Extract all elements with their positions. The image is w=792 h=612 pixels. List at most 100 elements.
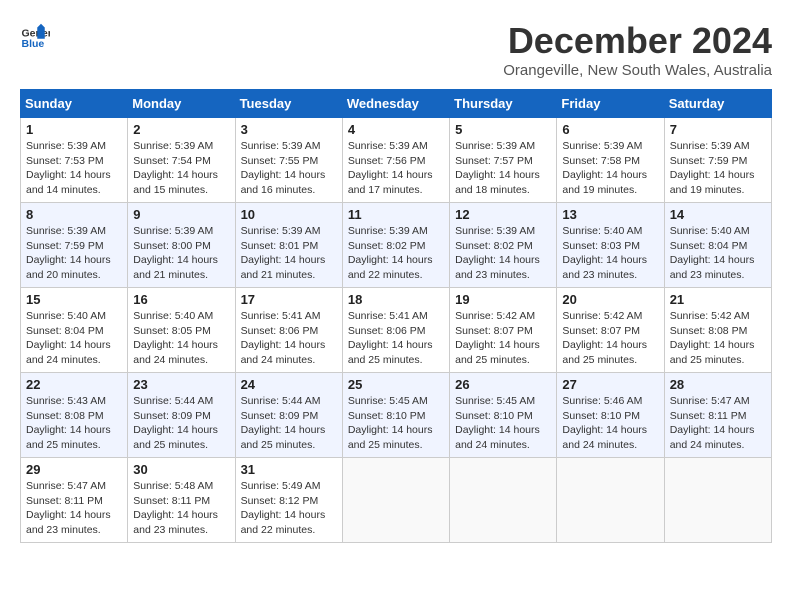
day-number: 27 [562, 377, 658, 392]
calendar-cell: 11 Sunrise: 5:39 AMSunset: 8:02 PMDayligh… [342, 203, 449, 288]
column-header-thursday: Thursday [450, 90, 557, 118]
column-header-saturday: Saturday [664, 90, 771, 118]
day-info: Sunrise: 5:44 AMSunset: 8:09 PMDaylight:… [241, 394, 337, 453]
day-info: Sunrise: 5:41 AMSunset: 8:06 PMDaylight:… [241, 309, 337, 368]
calendar-cell: 24Sunrise: 5:44 AMSunset: 8:09 PMDayligh… [235, 373, 342, 458]
day-info: Sunrise: 5:39 AMSunset: 7:54 PMDaylight:… [133, 139, 229, 198]
day-number: 14 [670, 207, 766, 222]
calendar-cell: 13 Sunrise: 5:40 AMSunset: 8:03 PMDayligh… [557, 203, 664, 288]
day-number: 11 [348, 207, 444, 222]
calendar-cell [557, 458, 664, 543]
day-number: 7 [670, 122, 766, 137]
calendar-cell: 10 Sunrise: 5:39 AMSunset: 8:01 PMDayligh… [235, 203, 342, 288]
column-header-sunday: Sunday [21, 90, 128, 118]
calendar-week-row: 29 Sunrise: 5:47 AMSunset: 8:11 PMDayligh… [21, 458, 772, 543]
day-info: Sunrise: 5:39 AMSunset: 7:55 PMDaylight:… [241, 139, 337, 198]
day-number: 23 [133, 377, 229, 392]
calendar-cell: 23Sunrise: 5:44 AMSunset: 8:09 PMDayligh… [128, 373, 235, 458]
day-number: 29 [26, 462, 122, 477]
day-number: 26 [455, 377, 551, 392]
day-number: 20 [562, 292, 658, 307]
day-number: 1 [26, 122, 122, 137]
column-header-wednesday: Wednesday [342, 90, 449, 118]
calendar-cell: 29 Sunrise: 5:47 AMSunset: 8:11 PMDayligh… [21, 458, 128, 543]
calendar-cell: 19 Sunrise: 5:42 AMSunset: 8:07 PMDayligh… [450, 288, 557, 373]
calendar-header-row: SundayMondayTuesdayWednesdayThursdayFrid… [21, 90, 772, 118]
day-number: 6 [562, 122, 658, 137]
calendar-cell [450, 458, 557, 543]
month-title: December 2024 [503, 20, 772, 62]
column-header-tuesday: Tuesday [235, 90, 342, 118]
day-info: Sunrise: 5:39 AMSunset: 7:57 PMDaylight:… [455, 139, 551, 198]
day-number: 13 [562, 207, 658, 222]
column-header-friday: Friday [557, 90, 664, 118]
calendar-cell: 21Sunrise: 5:42 AMSunset: 8:08 PMDayligh… [664, 288, 771, 373]
day-info: Sunrise: 5:39 AMSunset: 8:01 PMDaylight:… [241, 224, 337, 283]
day-number: 28 [670, 377, 766, 392]
day-number: 15 [26, 292, 122, 307]
day-number: 9 [133, 207, 229, 222]
location-title: Orangeville, New South Wales, Australia [503, 62, 772, 79]
day-number: 19 [455, 292, 551, 307]
day-info: Sunrise: 5:41 AMSunset: 8:06 PMDaylight:… [348, 309, 444, 368]
title-area: December 2024 Orangeville, New South Wal… [503, 20, 772, 79]
day-info: Sunrise: 5:47 AMSunset: 8:11 PMDaylight:… [670, 394, 766, 453]
calendar-cell: 27 Sunrise: 5:46 AMSunset: 8:10 PMDayligh… [557, 373, 664, 458]
day-info: Sunrise: 5:39 AMSunset: 7:58 PMDaylight:… [562, 139, 658, 198]
day-number: 8 [26, 207, 122, 222]
day-number: 10 [241, 207, 337, 222]
calendar-cell [664, 458, 771, 543]
calendar-cell: 16 Sunrise: 5:40 AMSunset: 8:05 PMDayligh… [128, 288, 235, 373]
day-number: 3 [241, 122, 337, 137]
day-info: Sunrise: 5:42 AMSunset: 8:08 PMDaylight:… [670, 309, 766, 368]
day-info: Sunrise: 5:39 AMSunset: 7:59 PMDaylight:… [670, 139, 766, 198]
calendar-cell: 5Sunrise: 5:39 AMSunset: 7:57 PMDaylight… [450, 118, 557, 203]
page-header: General Blue December 2024 Orangeville, … [20, 20, 772, 79]
calendar-cell: 25 Sunrise: 5:45 AMSunset: 8:10 PMDayligh… [342, 373, 449, 458]
logo-icon: General Blue [20, 20, 50, 50]
day-info: Sunrise: 5:39 AMSunset: 8:02 PMDaylight:… [348, 224, 444, 283]
calendar-cell: 22Sunrise: 5:43 AMSunset: 8:08 PMDayligh… [21, 373, 128, 458]
day-number: 16 [133, 292, 229, 307]
day-info: Sunrise: 5:39 AMSunset: 8:00 PMDaylight:… [133, 224, 229, 283]
column-header-monday: Monday [128, 90, 235, 118]
calendar-week-row: 15 Sunrise: 5:40 AMSunset: 8:04 PMDayligh… [21, 288, 772, 373]
calendar-table: SundayMondayTuesdayWednesdayThursdayFrid… [20, 89, 772, 543]
calendar-cell: 8 Sunrise: 5:39 AMSunset: 7:59 PMDaylight… [21, 203, 128, 288]
calendar-cell: 18Sunrise: 5:41 AMSunset: 8:06 PMDayligh… [342, 288, 449, 373]
day-number: 25 [348, 377, 444, 392]
calendar-cell: 20 Sunrise: 5:42 AMSunset: 8:07 PMDayligh… [557, 288, 664, 373]
day-number: 4 [348, 122, 444, 137]
calendar-week-row: 8 Sunrise: 5:39 AMSunset: 7:59 PMDaylight… [21, 203, 772, 288]
day-info: Sunrise: 5:46 AMSunset: 8:10 PMDaylight:… [562, 394, 658, 453]
day-info: Sunrise: 5:43 AMSunset: 8:08 PMDaylight:… [26, 394, 122, 453]
day-info: Sunrise: 5:39 AMSunset: 7:53 PMDaylight:… [26, 139, 122, 198]
day-info: Sunrise: 5:42 AMSunset: 8:07 PMDaylight:… [455, 309, 551, 368]
day-info: Sunrise: 5:49 AMSunset: 8:12 PMDaylight:… [241, 479, 337, 538]
day-info: Sunrise: 5:42 AMSunset: 8:07 PMDaylight:… [562, 309, 658, 368]
day-number: 12 [455, 207, 551, 222]
calendar-cell: 30Sunrise: 5:48 AMSunset: 8:11 PMDayligh… [128, 458, 235, 543]
day-info: Sunrise: 5:39 AMSunset: 8:02 PMDaylight:… [455, 224, 551, 283]
day-number: 2 [133, 122, 229, 137]
day-info: Sunrise: 5:40 AMSunset: 8:04 PMDaylight:… [26, 309, 122, 368]
day-info: Sunrise: 5:47 AMSunset: 8:11 PMDaylight:… [26, 479, 122, 538]
calendar-cell: 4Sunrise: 5:39 AMSunset: 7:56 PMDaylight… [342, 118, 449, 203]
calendar-cell: 2 Sunrise: 5:39 AMSunset: 7:54 PMDaylight… [128, 118, 235, 203]
day-info: Sunrise: 5:40 AMSunset: 8:03 PMDaylight:… [562, 224, 658, 283]
day-info: Sunrise: 5:40 AMSunset: 8:05 PMDaylight:… [133, 309, 229, 368]
calendar-cell [342, 458, 449, 543]
calendar-cell: 9 Sunrise: 5:39 AMSunset: 8:00 PMDaylight… [128, 203, 235, 288]
day-info: Sunrise: 5:45 AMSunset: 8:10 PMDaylight:… [348, 394, 444, 453]
calendar-cell: 6 Sunrise: 5:39 AMSunset: 7:58 PMDaylight… [557, 118, 664, 203]
calendar-cell: 15 Sunrise: 5:40 AMSunset: 8:04 PMDayligh… [21, 288, 128, 373]
day-info: Sunrise: 5:45 AMSunset: 8:10 PMDaylight:… [455, 394, 551, 453]
calendar-cell: 26 Sunrise: 5:45 AMSunset: 8:10 PMDayligh… [450, 373, 557, 458]
logo: General Blue [20, 20, 54, 50]
day-info: Sunrise: 5:48 AMSunset: 8:11 PMDaylight:… [133, 479, 229, 538]
calendar-cell: 28 Sunrise: 5:47 AMSunset: 8:11 PMDayligh… [664, 373, 771, 458]
day-info: Sunrise: 5:39 AMSunset: 7:59 PMDaylight:… [26, 224, 122, 283]
day-info: Sunrise: 5:40 AMSunset: 8:04 PMDaylight:… [670, 224, 766, 283]
calendar-week-row: 22Sunrise: 5:43 AMSunset: 8:08 PMDayligh… [21, 373, 772, 458]
calendar-cell: 31Sunrise: 5:49 AMSunset: 8:12 PMDayligh… [235, 458, 342, 543]
